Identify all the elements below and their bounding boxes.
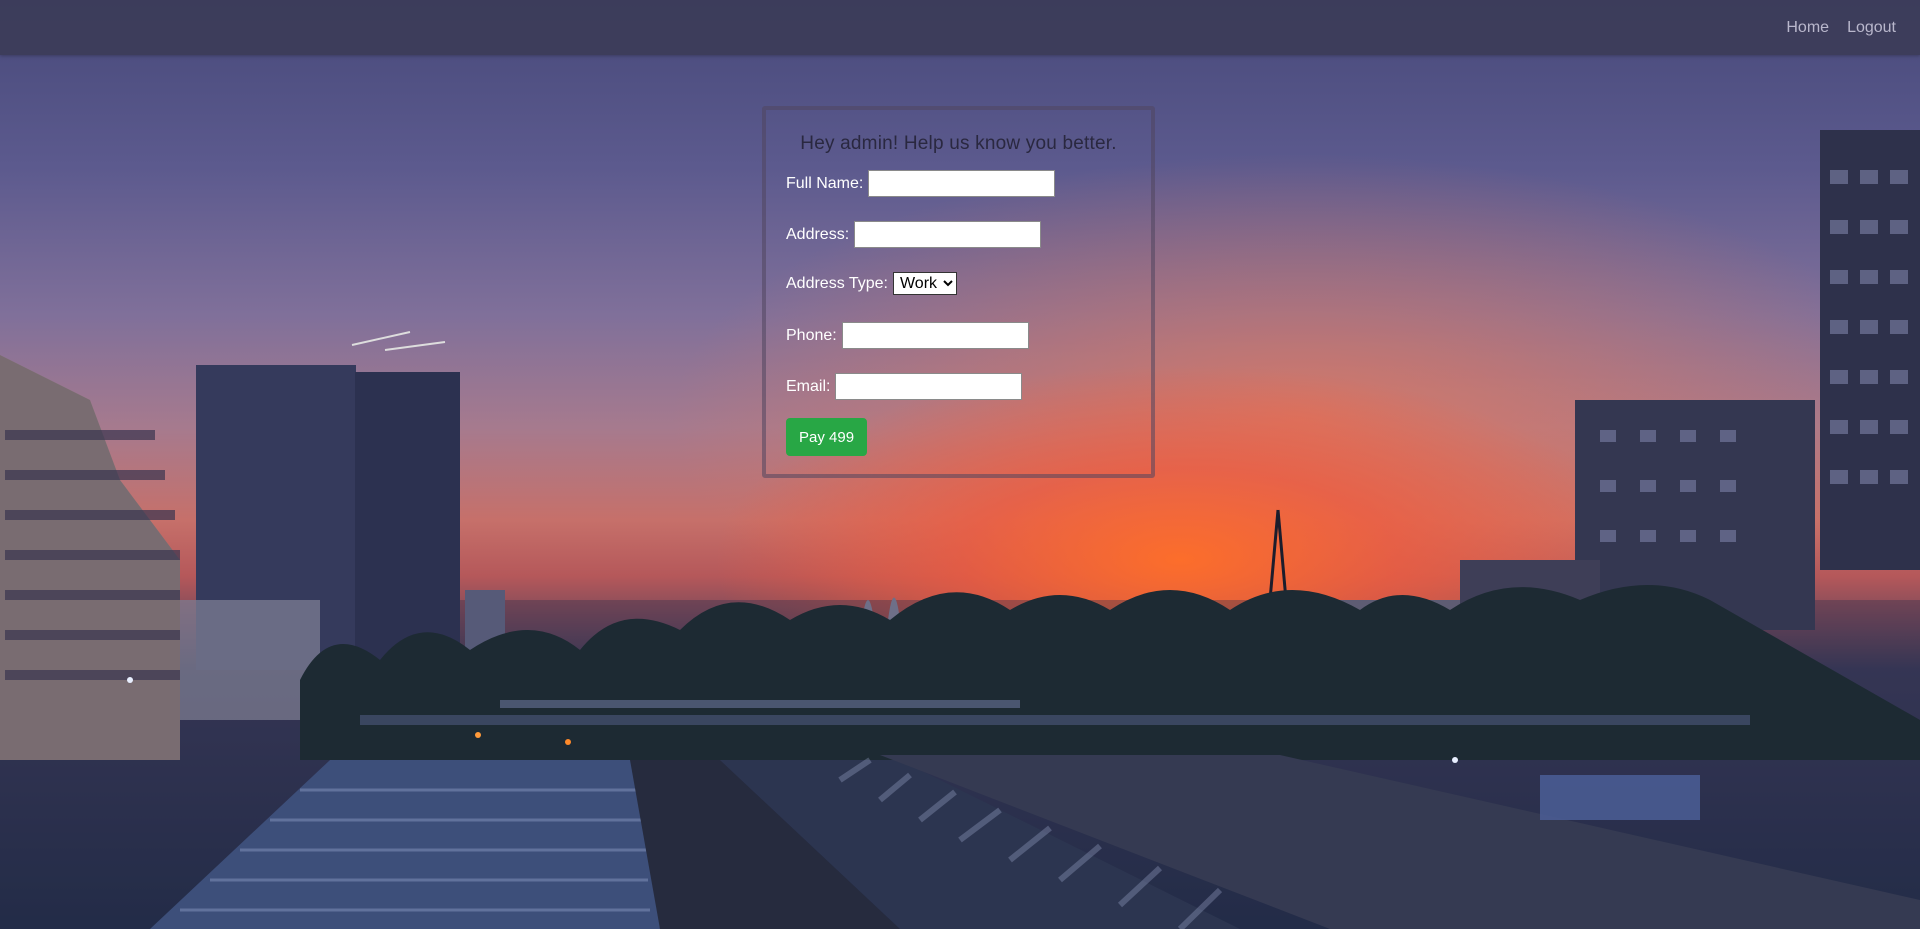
- address-type-label: Address Type:: [786, 274, 888, 292]
- pay-button[interactable]: Pay 499: [786, 418, 868, 456]
- address-type-row: Address Type: Work: [786, 272, 957, 295]
- phone-label: Phone:: [786, 326, 837, 344]
- nav-links: Home Logout: [1786, 19, 1896, 37]
- email-row: Email:: [786, 373, 1023, 400]
- email-label: Email:: [786, 377, 831, 395]
- nav-link-logout[interactable]: Logout: [1847, 19, 1896, 37]
- address-type-select[interactable]: Work: [892, 272, 957, 295]
- full-name-input[interactable]: [868, 170, 1056, 197]
- top-navbar: Home Logout: [0, 0, 1920, 55]
- nav-link-home[interactable]: Home: [1786, 19, 1829, 37]
- profile-form: Hey admin! Help us know you better. Full…: [762, 106, 1155, 478]
- full-name-label: Full Name:: [786, 174, 864, 192]
- full-name-row: Full Name:: [786, 170, 1056, 197]
- address-label: Address:: [786, 225, 850, 243]
- phone-input[interactable]: [841, 322, 1029, 349]
- email-input[interactable]: [835, 373, 1023, 400]
- form-title: Hey admin! Help us know you better.: [800, 133, 1117, 154]
- phone-row: Phone:: [786, 322, 1029, 349]
- address-input[interactable]: [854, 221, 1042, 248]
- address-row: Address:: [786, 221, 1042, 248]
